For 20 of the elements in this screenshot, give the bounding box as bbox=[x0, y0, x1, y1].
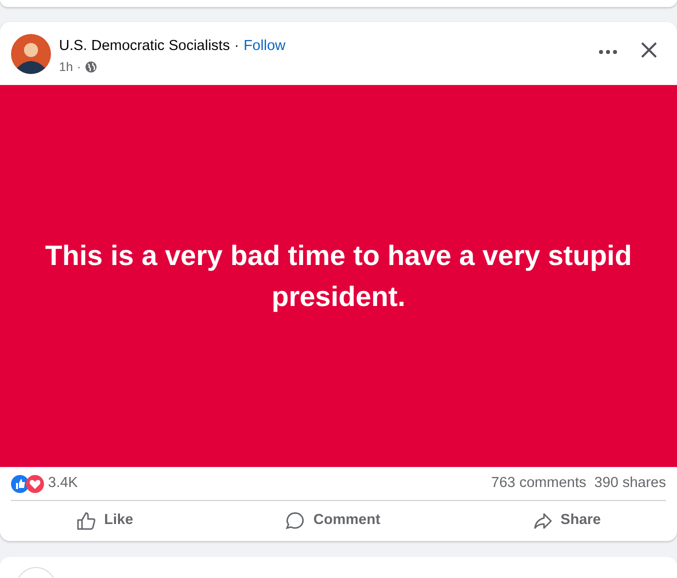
love-reaction-icon[interactable] bbox=[26, 474, 44, 492]
follow-link[interactable]: Follow bbox=[244, 38, 286, 54]
more-icon[interactable] bbox=[599, 50, 617, 54]
image-text: This is a very bad time to have a very stupid president. bbox=[44, 239, 633, 314]
speech-bubble-icon bbox=[285, 511, 306, 531]
reaction-count[interactable]: 3.4K bbox=[48, 474, 78, 491]
share-count[interactable]: 390 shares bbox=[594, 472, 666, 494]
globe-icon bbox=[85, 61, 98, 74]
comment-count[interactable]: 763 comments bbox=[491, 472, 586, 494]
avatar[interactable] bbox=[11, 34, 51, 74]
like-button[interactable]: Like bbox=[62, 504, 148, 538]
share-button[interactable]: Share bbox=[518, 504, 615, 538]
author-name[interactable]: U.S. Democratic Socialists bbox=[59, 38, 230, 54]
close-icon[interactable] bbox=[641, 42, 657, 58]
separator: · bbox=[76, 59, 82, 76]
thumbs-up-icon bbox=[76, 511, 96, 531]
share-arrow-icon bbox=[532, 511, 553, 531]
comment-button[interactable]: Comment bbox=[271, 504, 394, 538]
separator: · bbox=[234, 38, 240, 54]
post-time[interactable]: 1h bbox=[59, 58, 73, 77]
